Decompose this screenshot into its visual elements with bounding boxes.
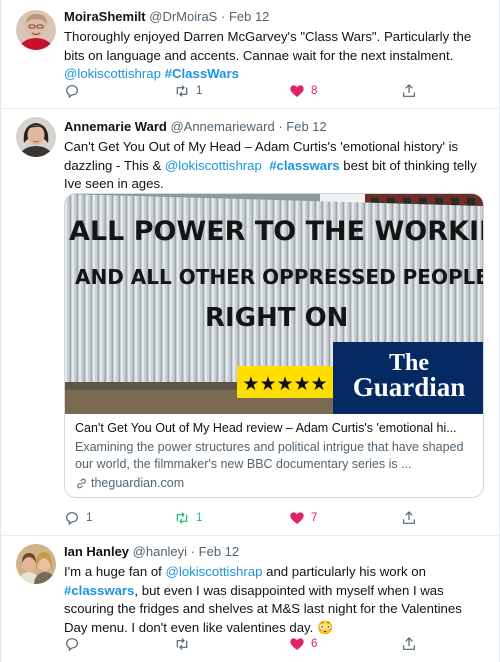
separator: · [190,544,196,559]
share-button[interactable] [401,83,417,99]
tweet[interactable]: MoiraShemilt @DrMoiraS · Feb 12 Thorough… [1,0,499,109]
avatar[interactable] [16,117,56,157]
user-handle[interactable]: @hanleyi [133,544,187,559]
retweet-icon [176,638,188,650]
like-button[interactable]: 8 [289,83,317,99]
flushed-face-emoji: 😳 [316,619,334,635]
like-button[interactable]: 6 [289,636,317,652]
tweet-actions: 1 8 [1,83,499,103]
heart-icon [290,85,304,97]
avatar[interactable] [16,10,56,50]
svg-text:Guardian: Guardian [353,372,466,402]
card-description: Examining the power structures and polit… [75,440,464,471]
user-handle[interactable]: @Annemarieward [170,119,274,134]
star-rating: ★★★★★ [242,373,327,395]
like-button[interactable]: 7 [289,510,317,526]
hashtag-link[interactable]: #classwars [64,583,134,598]
graffiti-line-2: AND ALL OTHER OPPRESSED PEOPLE [75,265,483,289]
heart-icon [290,512,304,524]
reply-icon [66,512,78,526]
reply-icon [66,638,78,652]
tweet-text: Can't Get You Out of My Head – Adam Curt… [64,139,477,191]
link-preview-card[interactable]: ALL POWER TO THE WORKING CLASS AND ALL O… [64,193,484,498]
retweet-icon [176,85,188,97]
card-image: ALL POWER TO THE WORKING CLASS AND ALL O… [65,194,483,414]
share-icon [403,511,415,524]
display-name[interactable]: Annemarie Ward [64,119,167,134]
display-name[interactable]: MoiraShemilt [64,9,146,24]
reply-button[interactable] [64,636,86,652]
tweet-date[interactable]: Feb 12 [229,9,269,24]
user-handle[interactable]: @DrMoiraS [149,9,217,24]
display-name[interactable]: Ian Hanley [64,544,129,559]
link-icon [77,478,86,489]
mention-link[interactable]: @lokiscottishrap [166,564,263,579]
tweet-date[interactable]: Feb 12 [199,544,239,559]
tweet-text: I'm a huge fan of @lokiscottishrap and p… [64,564,462,635]
heart-icon [290,638,304,650]
tweet-actions: 6 [1,636,499,656]
tweet[interactable]: Annemarie Ward @Annemarieward · Feb 12 C… [1,109,499,536]
hashtag-link[interactable]: #classwars [269,158,339,173]
graffiti-line-3: RIGHT ON [205,303,348,333]
card-domain: theguardian.com [75,475,473,492]
retweet-icon [176,512,188,524]
reply-icon [66,85,78,99]
separator: · [220,9,226,24]
reply-button[interactable]: 1 [64,510,92,526]
tweet[interactable]: Ian Hanley @hanleyi · Feb 12 I'm a huge … [1,536,499,662]
separator: · [278,119,283,134]
retweet-button[interactable]: 1 [174,510,202,526]
share-icon [403,637,415,650]
tweet-date[interactable]: Feb 12 [286,119,326,134]
share-icon [403,84,415,97]
hashtag-link[interactable]: #ClassWars [165,66,239,81]
avatar[interactable] [16,544,56,584]
reply-button[interactable] [64,83,86,99]
retweet-button[interactable]: 1 [174,83,202,99]
card-title: Can't Get You Out of My Head review – Ad… [75,421,457,435]
tweet-feed: MoiraShemilt @DrMoiraS · Feb 12 Thorough… [0,0,500,662]
mention-link[interactable]: @lokiscottishrap [64,66,161,81]
share-button[interactable] [401,636,417,652]
graffiti-line-1: ALL POWER TO THE WORKING CLASS [69,216,483,247]
tweet-actions: 1 1 7 [1,510,499,530]
retweet-button[interactable] [174,636,196,652]
tweet-text: Thoroughly enjoyed Darren McGarvey's "Cl… [64,29,472,81]
share-button[interactable] [401,510,417,526]
mention-link[interactable]: @lokiscottishrap [165,158,262,173]
